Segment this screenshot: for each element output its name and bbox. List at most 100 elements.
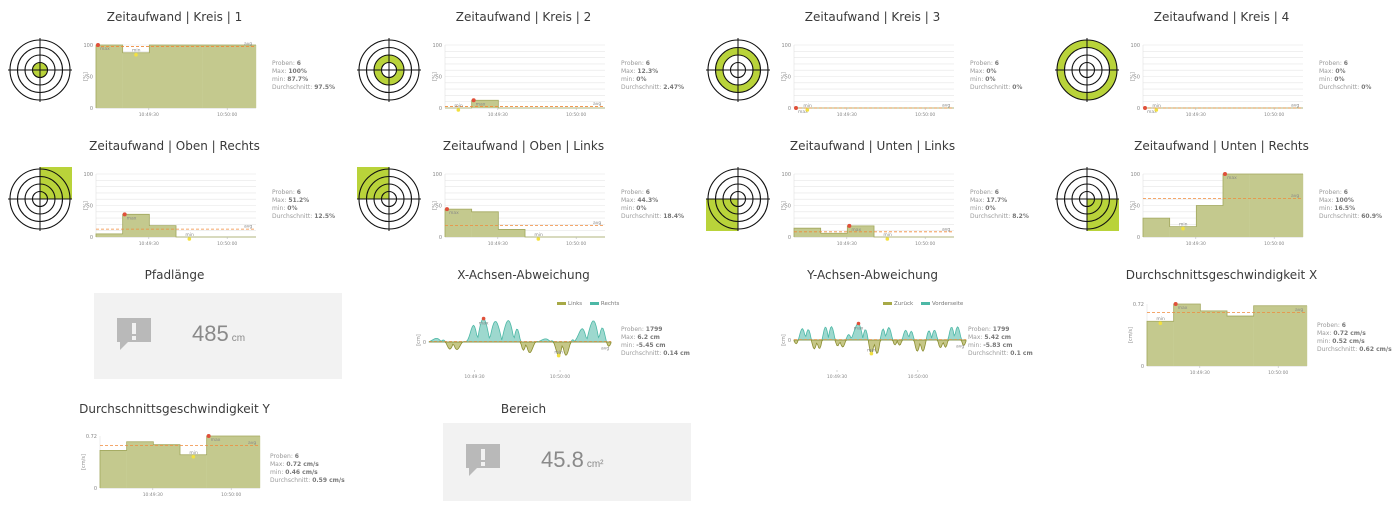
percent-chart: maxminavg05010010:49:3010:50:00[%] — [1130, 43, 1303, 118]
x-tick-label: 10:50:00 — [1268, 370, 1288, 376]
avg-label: avg — [1291, 194, 1299, 199]
percent-chart: maxminavg05010010:49:3010:50:00[%] — [1130, 172, 1304, 247]
min-label: min — [1179, 222, 1188, 228]
min-label: min — [867, 348, 876, 354]
bar — [1173, 304, 1201, 366]
stat-max: Max: 17.7% — [970, 197, 1008, 204]
time-panel-8: Zeitaufwand | Unten | Rechts max min avg 0 50… — [1047, 129, 1396, 254]
legend-rechts: Rechts — [600, 301, 620, 307]
max-label: max — [211, 438, 221, 443]
target-icon — [1055, 167, 1119, 231]
max-label: max — [1178, 306, 1188, 311]
bar — [1227, 316, 1254, 366]
x-tick-label: 10:49:30 — [488, 112, 508, 118]
stat-max: Max: 12.3% — [621, 68, 659, 75]
panel-title: Zeitaufwand | Kreis | 4 — [1153, 10, 1290, 24]
y-tick-label: 0 — [423, 340, 426, 346]
stat-avg: Durchschnitt: 97.5% — [272, 84, 336, 91]
positive-area — [428, 318, 611, 343]
y-tick-label: 0 — [90, 106, 93, 112]
bar — [1276, 174, 1304, 237]
y-tick-label: 100 — [83, 43, 93, 49]
bar — [794, 228, 821, 237]
speed-x-chart: max min avg 0 0.72 10:49:30 10:50:00 [cm/s] — [1128, 302, 1308, 376]
min-label: min — [554, 350, 563, 356]
percent-chart: maxminavg05010010:49:3010:50:00[%] — [781, 43, 954, 118]
comment-alert-icon — [466, 444, 500, 476]
comment-alert-icon — [117, 318, 151, 350]
x-tick-label: 10:50:00 — [566, 112, 586, 118]
x-tick-label: 10:49:30 — [139, 112, 159, 118]
y-axis-label: [%] — [432, 72, 438, 81]
stat-samples: Proben: 6 — [272, 189, 301, 196]
x-tick-label: 10:50:00 — [1264, 241, 1284, 247]
avg-label: avg — [601, 346, 609, 351]
y-deviation-chart: max min avg 0[cm] 10:49:30 10:50:00 — [781, 321, 967, 380]
y-axis-label: [%] — [432, 201, 438, 210]
panel-stats: Proben: 6 Max: 100% min: 16.5% Durchschnitt… — [1319, 189, 1382, 221]
y-axis-label: [%] — [1130, 72, 1136, 81]
y-tick-label: 0.72 — [86, 434, 97, 440]
stat-avg: Durchschnitt: 0% — [1319, 84, 1372, 91]
bar — [176, 45, 203, 108]
stat-avg: Durchschnitt: 0% — [970, 84, 1023, 91]
path-length-title: Pfadlänge — [144, 268, 205, 282]
y-tick-label: 0.72 — [1133, 302, 1144, 308]
speed-x-stats: Proben: 6 Max: 0.72 cm/s min: 0.52 cm/s … — [1317, 322, 1392, 353]
bar — [229, 45, 257, 108]
stat-min: min: 87.7% — [272, 76, 309, 83]
x-tick-label: 10:50:00 — [1264, 112, 1284, 118]
panel-stats: Proben: 6 Max: 12.3% min: 0% Durchschnitt: … — [621, 60, 684, 92]
bar — [126, 441, 154, 488]
target-icon — [1055, 38, 1119, 102]
x-tick-label: 10:49:30 — [1186, 112, 1206, 118]
bar — [180, 454, 207, 488]
avg-label: avg — [244, 225, 252, 230]
stat-min: min: 0% — [621, 205, 647, 212]
x-deviation-title: X-Achsen-Abweichung — [457, 268, 590, 282]
bar — [1147, 321, 1174, 366]
legend-zurueck: Zurück — [894, 301, 914, 307]
y-tick-label: 100 — [781, 43, 791, 49]
legend-vorderseite: Vorderseite — [931, 301, 964, 307]
stat-samples: Proben: 6 — [621, 189, 650, 196]
stat-samples: Proben: 6 — [970, 189, 999, 196]
y-deviation-legend: Zurück Vorderseite — [877, 301, 963, 307]
target-icon — [8, 167, 72, 231]
bar — [1249, 174, 1277, 237]
panel-title: Zeitaufwand | Unten | Links — [789, 139, 956, 153]
max-label: max — [1227, 176, 1237, 181]
stat-max: Max: 51.2% — [272, 197, 310, 204]
stat-samples: Proben: 6 — [1319, 189, 1348, 196]
y-tick-label: 100 — [83, 172, 93, 178]
x-deviation-stats: Proben: 1799 Max: 6.2 cm min: -5.45 cm D… — [621, 326, 690, 357]
time-panel-4: Zeitaufwand | Kreis | 4 max min avg 0 50 100 10… — [1047, 0, 1396, 125]
avg-label: avg — [956, 345, 964, 350]
y-tick-label: 0 — [788, 235, 791, 241]
y-tick-label: 0 — [1137, 235, 1140, 241]
y-tick-label: 100 — [432, 43, 442, 49]
y-tick-label: 0 — [788, 106, 791, 112]
x-tick-label: 10:49:30 — [837, 112, 857, 118]
area-value: 45.8 cm² — [541, 447, 604, 472]
stat-samples: Proben: 6 — [1319, 60, 1348, 67]
speed-y-chart: max min avg 0 0.72 10:49:30 10:50:00 [cm/s] — [81, 434, 261, 498]
stat-samples: Proben: 6 — [970, 60, 999, 67]
percent-chart: maxminavg05010010:49:3010:50:00[%] — [432, 43, 605, 118]
bar — [1223, 174, 1250, 237]
y-axis-label: [cm/s] — [1128, 327, 1134, 343]
bar — [1253, 305, 1281, 366]
stat-avg: Durchschnitt: 2.47% — [621, 84, 685, 91]
bar — [96, 45, 123, 108]
stat-min: min: 0% — [970, 205, 996, 212]
max-label: max — [851, 228, 861, 233]
min-label: min — [1156, 316, 1165, 322]
x-tick-label: 10:50:00 — [217, 112, 237, 118]
bar — [471, 211, 499, 237]
min-label: min — [883, 232, 892, 238]
x-tick-label: 10:50:00 — [908, 374, 928, 380]
legend-swatch-links — [557, 302, 566, 305]
y-tick-label: 0 — [94, 486, 97, 492]
panel-stats: Proben: 6 Max: 17.7% min: 0% Durchschnitt: … — [970, 189, 1029, 221]
y-axis-label: [cm] — [416, 334, 422, 346]
